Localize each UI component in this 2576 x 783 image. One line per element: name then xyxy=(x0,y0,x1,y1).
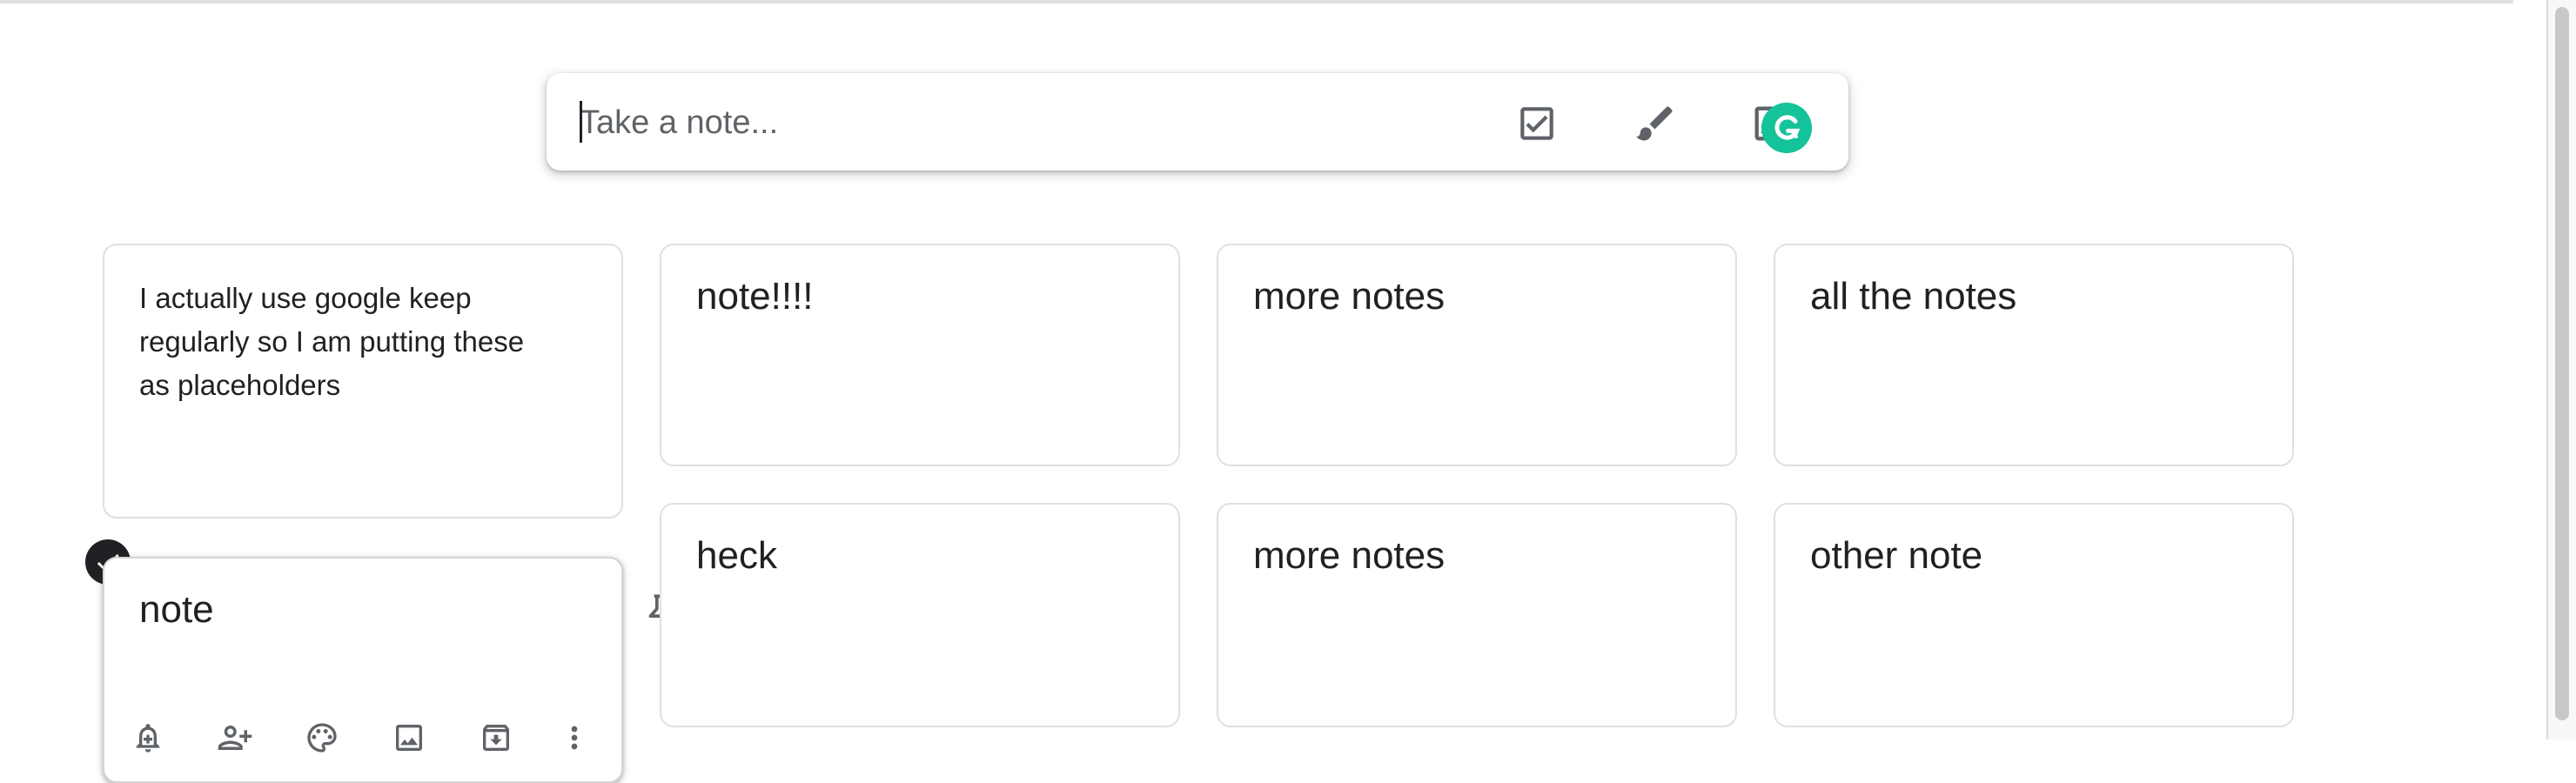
background-options-button[interactable] xyxy=(294,712,350,764)
note-toolbar xyxy=(120,712,677,764)
add-alert-icon xyxy=(136,724,160,753)
top-divider xyxy=(0,0,2513,3)
note-card[interactable]: more notes xyxy=(1217,244,1737,466)
note-card[interactable]: more notes xyxy=(1217,503,1737,727)
note-title: heck xyxy=(696,534,777,577)
note-title: note!!!! xyxy=(696,275,814,318)
grammarly-g-glyph xyxy=(1774,115,1801,140)
note-title: note xyxy=(139,588,214,631)
note-title: more notes xyxy=(1253,275,1446,318)
note-card[interactable]: other note xyxy=(1774,503,2294,727)
add-image-button[interactable] xyxy=(381,712,437,764)
note-title: more notes xyxy=(1253,534,1446,577)
collaborator-icon xyxy=(218,726,252,750)
new-drawing-button[interactable] xyxy=(1631,99,1680,148)
note-card[interactable]: note!!!! xyxy=(660,244,1180,466)
new-list-button[interactable] xyxy=(1513,99,1561,148)
note-card-selected[interactable]: note xyxy=(103,557,674,783)
brush-icon xyxy=(1636,106,1673,141)
more-vert-icon xyxy=(571,726,578,750)
archive-icon xyxy=(483,725,509,751)
take-note-input[interactable] xyxy=(578,96,1452,150)
text-caret xyxy=(580,101,582,143)
note-card[interactable]: I actually use google keep regularly so … xyxy=(103,244,623,519)
note-title: other note xyxy=(1810,534,1983,577)
grammarly-icon[interactable] xyxy=(1761,103,1812,153)
archive-button[interactable] xyxy=(468,712,524,764)
scrollbar-thumb[interactable] xyxy=(2555,7,2569,720)
more-options-button[interactable] xyxy=(547,712,602,764)
note-body: I actually use google keep regularly so … xyxy=(139,282,525,401)
note-card[interactable]: all the notes xyxy=(1774,244,2294,466)
checkbox-icon xyxy=(1520,107,1553,140)
take-note-bar[interactable] xyxy=(547,73,1848,171)
collaborator-button[interactable] xyxy=(207,712,263,764)
image-icon xyxy=(396,725,422,751)
remind-me-button[interactable] xyxy=(120,712,176,764)
note-title: all the notes xyxy=(1810,275,2017,318)
note-card[interactable]: heck xyxy=(660,503,1180,727)
palette-icon xyxy=(307,723,337,753)
